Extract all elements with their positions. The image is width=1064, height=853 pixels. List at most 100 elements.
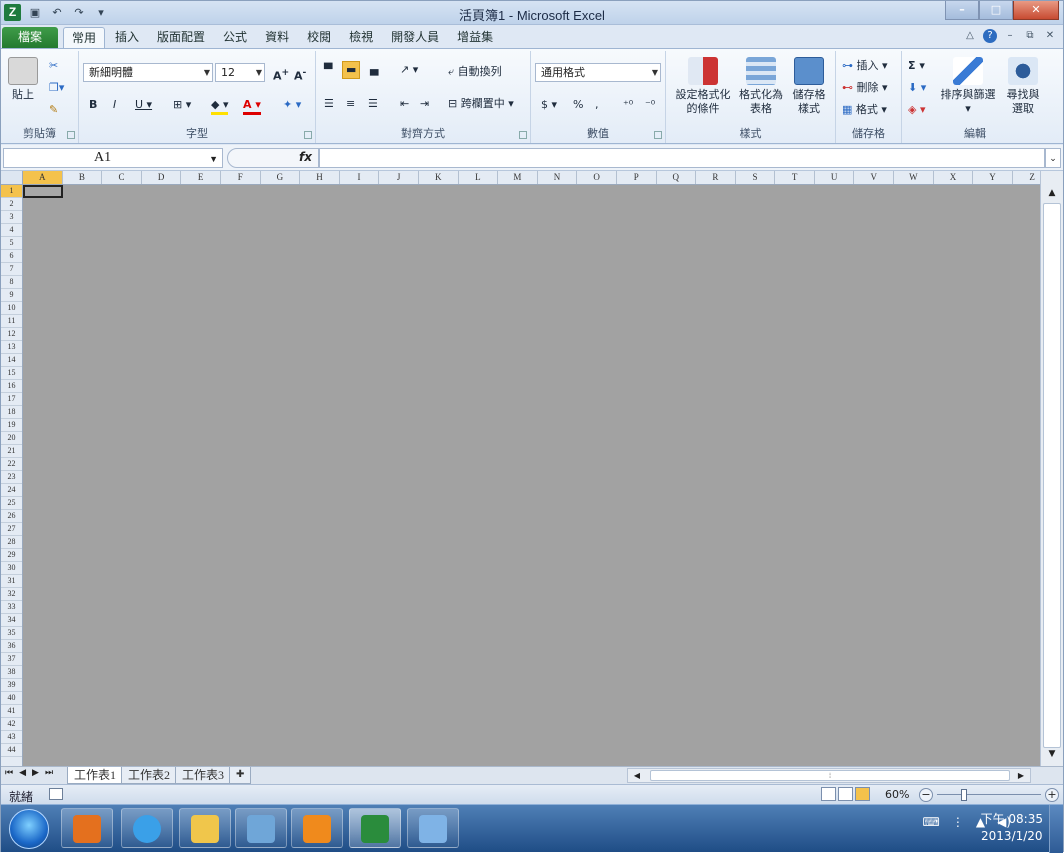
row-header-36[interactable]: 36: [1, 640, 22, 653]
column-header-R[interactable]: R: [696, 171, 736, 184]
maximize-button[interactable]: □: [979, 1, 1013, 20]
border-icon[interactable]: ⊞ ▾: [173, 98, 191, 112]
column-header-I[interactable]: I: [340, 171, 380, 184]
column-header-K[interactable]: K: [419, 171, 459, 184]
column-header-S[interactable]: S: [736, 171, 776, 184]
font-name-combo[interactable]: 新細明體 ▼: [83, 63, 213, 82]
row-header-12[interactable]: 12: [1, 328, 22, 341]
doc-minimize-icon[interactable]: –: [1003, 29, 1017, 43]
column-header-J[interactable]: J: [379, 171, 419, 184]
row-header-6[interactable]: 6: [1, 250, 22, 263]
horizontal-scrollbar[interactable]: ◀ ⦙ ▶: [627, 768, 1031, 783]
zoom-in-icon[interactable]: +: [1045, 788, 1059, 802]
tab-view[interactable]: 檢視: [341, 27, 381, 49]
scroll-left-icon[interactable]: ◀: [630, 769, 644, 782]
first-sheet-icon[interactable]: ⏮: [5, 768, 13, 778]
align-middle-icon[interactable]: ▬: [342, 61, 361, 79]
merge-center-button[interactable]: ⊟ 跨欄置中 ▾: [448, 97, 514, 111]
fill-color-icon[interactable]: ◆ ▾: [211, 98, 229, 115]
row-header-19[interactable]: 19: [1, 419, 22, 432]
column-header-C[interactable]: C: [102, 171, 142, 184]
doc-restore-icon[interactable]: ⧉: [1023, 29, 1037, 43]
system-clock[interactable]: 下午 08:35 2013/1/20: [981, 811, 1043, 845]
increase-indent-icon[interactable]: ⇥: [420, 97, 429, 111]
phonetic-icon[interactable]: ✦ ▾: [283, 98, 301, 112]
vertical-scrollbar[interactable]: ▲ ▼: [1040, 171, 1063, 766]
delete-cells-button[interactable]: ⊷ 刪除 ▾: [842, 81, 888, 95]
row-header-35[interactable]: 35: [1, 627, 22, 640]
taskbar-paint[interactable]: [407, 808, 459, 848]
row-header-38[interactable]: 38: [1, 666, 22, 679]
row-header-21[interactable]: 21: [1, 445, 22, 458]
start-button[interactable]: [9, 809, 49, 849]
column-header-Q[interactable]: Q: [657, 171, 697, 184]
expand-formula-bar-icon[interactable]: ⌄: [1045, 148, 1061, 168]
tab-review[interactable]: 校閱: [299, 27, 339, 49]
tab-data[interactable]: 資料: [257, 27, 297, 49]
row-header-17[interactable]: 17: [1, 393, 22, 406]
row-header-10[interactable]: 10: [1, 302, 22, 315]
row-header-27[interactable]: 27: [1, 523, 22, 536]
row-header-44[interactable]: 44: [1, 744, 22, 757]
help-icon[interactable]: ?: [983, 29, 997, 43]
wrap-text-button[interactable]: ⤶ 自動換列: [448, 65, 502, 79]
column-header-Y[interactable]: Y: [973, 171, 1013, 184]
column-header-W[interactable]: W: [894, 171, 934, 184]
taskbar-explorer[interactable]: [179, 808, 231, 848]
sheet-tab-2[interactable]: 工作表2: [121, 767, 178, 784]
row-header-14[interactable]: 14: [1, 354, 22, 367]
taskbar-media-player[interactable]: [61, 808, 113, 848]
row-header-15[interactable]: 15: [1, 367, 22, 380]
tab-home[interactable]: 常用: [63, 27, 106, 49]
row-header-20[interactable]: 20: [1, 432, 22, 445]
row-header-26[interactable]: 26: [1, 510, 22, 523]
cell-styles-button[interactable]: 儲存格 樣式: [786, 57, 832, 116]
column-header-D[interactable]: D: [142, 171, 182, 184]
font-size-combo[interactable]: 12 ▼: [215, 63, 265, 82]
row-header-30[interactable]: 30: [1, 562, 22, 575]
row-header-23[interactable]: 23: [1, 471, 22, 484]
row-header-16[interactable]: 16: [1, 380, 22, 393]
row-header-18[interactable]: 18: [1, 406, 22, 419]
column-header-Z[interactable]: Z: [1013, 171, 1040, 184]
page-break-view-icon[interactable]: [855, 787, 870, 801]
align-left-icon[interactable]: ☰: [324, 97, 334, 111]
column-header-T[interactable]: T: [775, 171, 815, 184]
row-header-41[interactable]: 41: [1, 705, 22, 718]
column-header-E[interactable]: E: [181, 171, 221, 184]
row-header-39[interactable]: 39: [1, 679, 22, 692]
row-header-3[interactable]: 3: [1, 211, 22, 224]
column-header-N[interactable]: N: [538, 171, 578, 184]
increase-decimal-icon[interactable]: ⁺⁰: [623, 98, 633, 112]
bold-icon[interactable]: B: [89, 98, 97, 112]
worksheet-grid[interactable]: ABCDEFGHIJKLMNOPQRSTUVWXYZ 1 2 3 4 5 6 7 8 9 10 11…: [1, 171, 1063, 766]
cut-icon[interactable]: ✂: [49, 59, 58, 73]
insert-sheet-icon[interactable]: ✚: [229, 767, 252, 784]
column-header-O[interactable]: O: [577, 171, 617, 184]
show-desktop-button[interactable]: [1049, 805, 1063, 853]
column-header-A[interactable]: A: [23, 171, 63, 184]
next-sheet-icon[interactable]: ▶: [32, 768, 39, 778]
grow-font-icon[interactable]: A+: [273, 66, 289, 84]
close-button[interactable]: ✕: [1013, 1, 1059, 20]
row-header-11[interactable]: 11: [1, 315, 22, 328]
zoom-level[interactable]: 60%: [885, 788, 909, 801]
vertical-scroll-thumb[interactable]: [1043, 203, 1061, 748]
row-header-2[interactable]: 2: [1, 198, 22, 211]
sheet-tab-3[interactable]: 工作表3: [175, 767, 232, 784]
row-header-9[interactable]: 9: [1, 289, 22, 302]
font-color-icon[interactable]: A ▾: [243, 98, 261, 115]
zoom-knob[interactable]: [961, 789, 967, 801]
row-header-34[interactable]: 34: [1, 614, 22, 627]
alignment-launcher[interactable]: [519, 131, 527, 139]
orientation-icon[interactable]: ↗ ▾: [400, 63, 418, 77]
format-as-table-button[interactable]: 格式化為 表格: [736, 57, 786, 116]
insert-cells-button[interactable]: ⊶ 插入 ▾: [842, 59, 888, 73]
clear-icon[interactable]: ◈ ▾: [908, 103, 925, 117]
align-center-icon[interactable]: ≡: [346, 97, 355, 111]
format-cells-button[interactable]: ▦ 格式 ▾: [842, 103, 887, 117]
comma-icon[interactable]: ,: [595, 98, 599, 112]
formula-input[interactable]: [319, 148, 1045, 168]
underline-icon[interactable]: U ▾: [135, 98, 152, 112]
paste-button[interactable]: 貼上: [5, 57, 41, 102]
